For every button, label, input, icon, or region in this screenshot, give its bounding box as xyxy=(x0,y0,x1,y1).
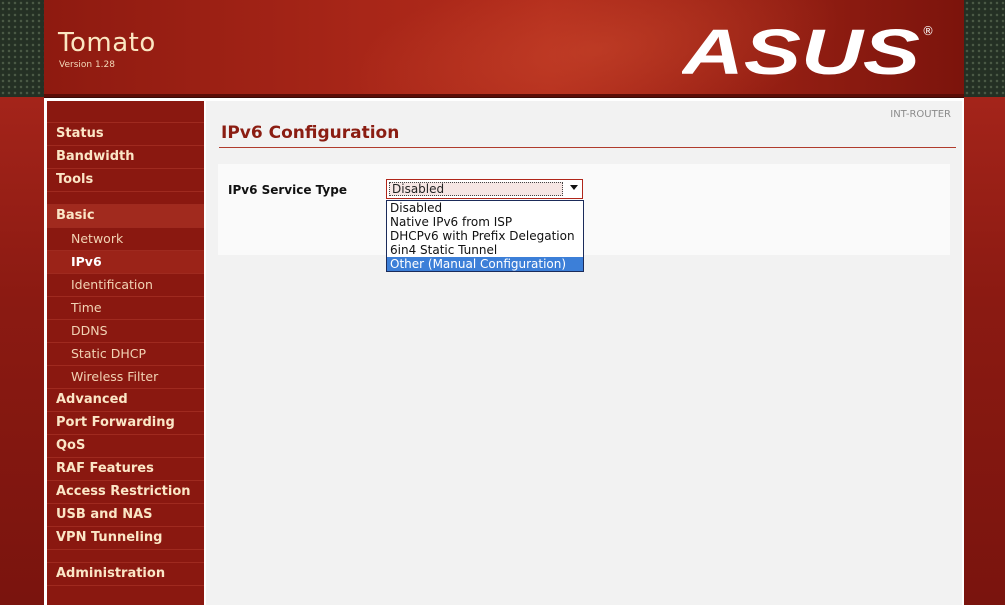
option-6in4-static-tunnel[interactable]: 6in4 Static Tunnel xyxy=(387,243,583,257)
ipv6-service-type-select[interactable]: Disabled xyxy=(386,179,583,199)
page-title: IPv6 Configuration xyxy=(221,123,400,143)
sidebar-item-network[interactable]: Network xyxy=(47,228,204,251)
option-disabled[interactable]: Disabled xyxy=(387,201,583,215)
sidebar-item-vpn-tunneling[interactable]: VPN Tunneling xyxy=(47,527,204,550)
sidebar-item-port-forwarding[interactable]: Port Forwarding xyxy=(47,412,204,435)
sidebar-item-static-dhcp[interactable]: Static DHCP xyxy=(47,343,204,366)
sidebar-item-qos[interactable]: QoS xyxy=(47,435,204,458)
option-dhcpv6-prefix-delegation[interactable]: DHCPv6 with Prefix Delegation xyxy=(387,229,583,243)
sidebar-item-raf-features[interactable]: RAF Features xyxy=(47,458,204,481)
sidebar-item-administration[interactable]: Administration xyxy=(47,563,204,586)
router-name: INT-ROUTER xyxy=(890,109,951,120)
sidebar-item-access-restriction[interactable]: Access Restriction xyxy=(47,481,204,504)
settings-section xyxy=(218,164,950,255)
header-banner: Tomato Version 1.28 ASUS ® xyxy=(44,0,964,97)
asus-logo: ASUS xyxy=(682,22,920,78)
sidebar-item-advanced[interactable]: Advanced xyxy=(47,389,204,412)
sidebar-spacer xyxy=(47,550,204,563)
app-version: Version 1.28 xyxy=(59,60,115,70)
main-content: INT-ROUTER IPv6 Configuration IPv6 Servi… xyxy=(206,101,962,605)
header-right-texture xyxy=(964,0,1005,97)
right-border-panel xyxy=(964,97,1005,605)
sidebar-spacer xyxy=(47,192,204,205)
ipv6-service-type-label: IPv6 Service Type xyxy=(228,183,347,197)
option-other-manual[interactable]: Other (Manual Configuration) xyxy=(387,257,583,271)
title-divider xyxy=(219,147,956,148)
sidebar-item-usb-and-nas[interactable]: USB and NAS xyxy=(47,504,204,527)
sidebar-item-tools[interactable]: Tools xyxy=(47,169,204,192)
ipv6-service-type-options: Disabled Native IPv6 from ISP DHCPv6 wit… xyxy=(386,200,584,272)
sidebar: Status Bandwidth Tools Basic Network IPv… xyxy=(47,101,204,605)
chevron-down-icon[interactable] xyxy=(570,185,578,190)
sidebar-item-basic[interactable]: Basic xyxy=(47,205,204,228)
sidebar-item-status[interactable]: Status xyxy=(47,123,204,146)
registered-mark: ® xyxy=(922,24,934,38)
sidebar-item-ipv6[interactable]: IPv6 xyxy=(47,251,204,274)
svg-text:ASUS: ASUS xyxy=(682,22,920,78)
header-left-texture xyxy=(0,0,44,97)
sidebar-spacer xyxy=(47,101,204,123)
select-current-value: Disabled xyxy=(389,182,563,196)
sidebar-item-bandwidth[interactable]: Bandwidth xyxy=(47,146,204,169)
app-title: Tomato xyxy=(58,28,156,58)
left-border-panel xyxy=(0,97,44,605)
sidebar-item-ddns[interactable]: DDNS xyxy=(47,320,204,343)
sidebar-item-time[interactable]: Time xyxy=(47,297,204,320)
sidebar-item-identification[interactable]: Identification xyxy=(47,274,204,297)
sidebar-item-wireless-filter[interactable]: Wireless Filter xyxy=(47,366,204,389)
option-native-ipv6[interactable]: Native IPv6 from ISP xyxy=(387,215,583,229)
